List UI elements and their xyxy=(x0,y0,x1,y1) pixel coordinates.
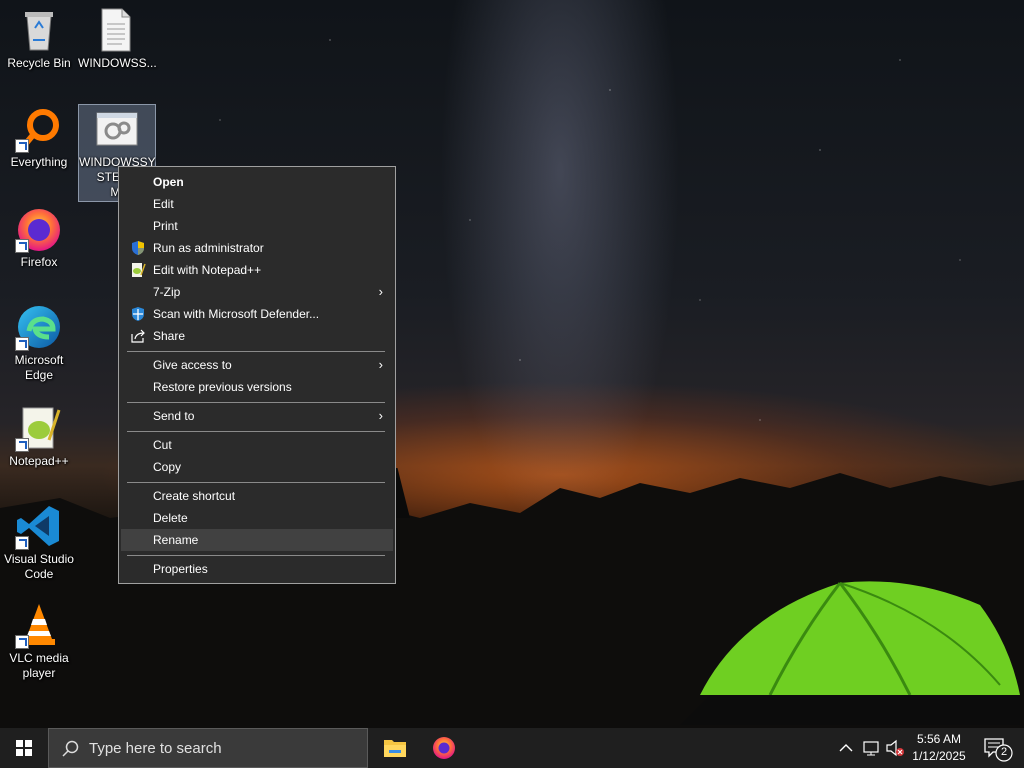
text-document-icon xyxy=(92,6,140,54)
edge-icon xyxy=(15,303,63,351)
desktop-icon-notepadpp[interactable]: Notepad++ xyxy=(1,404,77,469)
system-file-icon xyxy=(93,105,141,153)
desktop-icon-vlc[interactable]: VLC media player xyxy=(1,601,77,681)
menu-item-print[interactable]: Print xyxy=(121,215,393,237)
start-button[interactable] xyxy=(0,728,48,768)
network-icon xyxy=(863,741,879,756)
menu-item-edit[interactable]: Edit xyxy=(121,193,393,215)
notification-icon xyxy=(984,738,1013,762)
menu-item-restore-previous-versions[interactable]: Restore previous versions xyxy=(121,376,393,398)
taskbar-search-box[interactable]: Type here to search xyxy=(48,728,368,768)
notepadpp-icon xyxy=(130,262,146,278)
context-menu: Open Edit Print Run as administrator Edi… xyxy=(118,166,396,584)
taskbar-firefox[interactable] xyxy=(420,728,468,768)
desktop-icon-vscode[interactable]: Visual Studio Code xyxy=(1,502,77,582)
desktop-icon-windows-text-file[interactable]: WINDOWSS... xyxy=(78,6,157,71)
clock-time: 5:56 AM xyxy=(916,732,962,746)
desktop-icon-recycle-bin[interactable]: Recycle Bin xyxy=(1,6,77,71)
menu-item-properties[interactable]: Properties xyxy=(121,558,393,580)
chevron-up-icon xyxy=(839,744,853,752)
tent-illustration xyxy=(680,581,1020,725)
show-hidden-icons-button[interactable] xyxy=(836,728,856,768)
shortcut-arrow-icon xyxy=(15,536,29,550)
network-status[interactable] xyxy=(860,728,884,768)
shortcut-arrow-icon xyxy=(15,139,29,153)
clock-date: 1/12/2025 xyxy=(912,749,966,763)
everything-search-icon xyxy=(15,105,63,153)
submenu-arrow-icon: › xyxy=(378,357,383,372)
windows-logo-icon xyxy=(16,740,32,756)
share-icon xyxy=(130,328,146,344)
defender-icon xyxy=(130,306,146,322)
file-explorer-icon xyxy=(384,740,406,757)
menu-item-share[interactable]: Share xyxy=(121,325,393,347)
menu-item-copy[interactable]: Copy xyxy=(121,456,393,478)
firefox-icon xyxy=(433,737,455,759)
shortcut-arrow-icon xyxy=(15,337,29,351)
menu-separator xyxy=(127,431,385,432)
shortcut-arrow-icon xyxy=(15,239,29,253)
desktop-icon-firefox[interactable]: Firefox xyxy=(1,205,77,270)
recycle-bin-icon xyxy=(15,6,63,54)
uac-shield-icon xyxy=(130,240,146,256)
menu-item-delete[interactable]: Delete xyxy=(121,507,393,529)
menu-item-send-to[interactable]: Send to › xyxy=(121,405,393,427)
taskbar: Type here to search 5:56 AM 1/12/2025 2 xyxy=(0,728,1024,768)
menu-separator xyxy=(127,482,385,483)
menu-item-run-as-administrator[interactable]: Run as administrator xyxy=(121,237,393,259)
desktop-icon-microsoft-edge[interactable]: Microsoft Edge xyxy=(1,303,77,383)
menu-item-rename[interactable]: Rename xyxy=(121,529,393,551)
menu-separator xyxy=(127,351,385,352)
shortcut-arrow-icon xyxy=(15,635,29,649)
notification-count-badge: 2 xyxy=(1000,746,1008,758)
taskbar-clock[interactable]: 5:56 AM 1/12/2025 xyxy=(904,731,974,765)
menu-item-create-shortcut[interactable]: Create shortcut xyxy=(121,485,393,507)
menu-separator xyxy=(127,402,385,403)
menu-separator xyxy=(127,555,385,556)
taskbar-file-explorer[interactable] xyxy=(371,728,419,768)
submenu-arrow-icon: › xyxy=(378,284,383,299)
menu-item-edit-with-notepadpp[interactable]: Edit with Notepad++ xyxy=(121,259,393,281)
desktop-icon-everything[interactable]: Everything xyxy=(1,105,77,170)
firefox-icon xyxy=(15,205,63,253)
notepadpp-icon xyxy=(15,404,63,452)
menu-item-open[interactable]: Open xyxy=(121,171,393,193)
menu-item-7zip[interactable]: 7-Zip › xyxy=(121,281,393,303)
search-placeholder: Type here to search xyxy=(89,740,222,757)
action-center-button[interactable]: 2 xyxy=(978,728,1018,768)
vlc-icon xyxy=(15,601,63,649)
shortcut-arrow-icon xyxy=(15,438,29,452)
speaker-muted-icon xyxy=(886,739,904,757)
menu-item-scan-with-defender[interactable]: Scan with Microsoft Defender... xyxy=(121,303,393,325)
volume-status[interactable] xyxy=(884,728,906,768)
vscode-icon xyxy=(15,502,63,550)
menu-item-cut[interactable]: Cut xyxy=(121,434,393,456)
search-icon xyxy=(62,740,79,757)
submenu-arrow-icon: › xyxy=(378,408,383,423)
menu-item-give-access-to[interactable]: Give access to › xyxy=(121,354,393,376)
